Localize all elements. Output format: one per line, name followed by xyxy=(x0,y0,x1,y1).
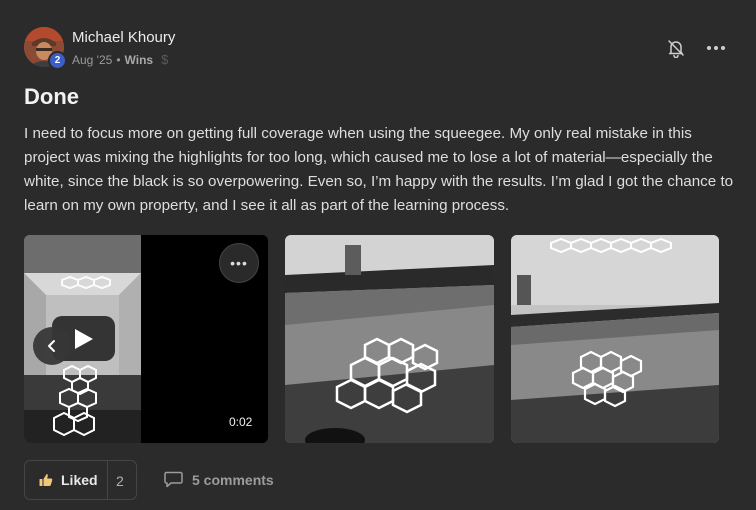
like-button[interactable]: Liked 2 xyxy=(24,460,137,500)
more-icon[interactable] xyxy=(705,38,727,58)
post-date[interactable]: Aug '25 xyxy=(72,53,112,67)
post-title: Done xyxy=(24,84,79,109)
post-category[interactable]: Wins xyxy=(125,53,154,67)
post-card: 2 Michael Khoury Aug '25 • Wins $ Done I… xyxy=(0,0,756,510)
post-body: I need to focus more on getting full cov… xyxy=(24,125,734,214)
garage-floor-photo-1[interactable] xyxy=(285,235,494,443)
video-duration: 0:02 xyxy=(224,413,258,431)
chevron-left-icon xyxy=(48,340,55,352)
meta-separator: • xyxy=(116,52,121,67)
garage-floor-photo-2[interactable] xyxy=(511,235,719,443)
avatar[interactable]: 2 xyxy=(24,27,67,70)
level-badge: 2 xyxy=(48,51,67,70)
like-divider xyxy=(107,461,108,499)
comment-icon xyxy=(164,471,183,488)
previous-button[interactable] xyxy=(33,327,71,365)
post-meta: Aug '25 • Wins $ xyxy=(72,52,168,67)
play-icon xyxy=(75,329,93,349)
thumbs-up-icon xyxy=(39,474,53,486)
video-more-button[interactable]: ••• xyxy=(219,243,259,283)
like-label: Liked xyxy=(61,472,98,488)
comments-link[interactable]: 5 comments xyxy=(164,471,274,488)
like-count[interactable]: 2 xyxy=(116,473,124,489)
bell-off-icon[interactable] xyxy=(666,38,686,59)
author-name[interactable]: Michael Khoury xyxy=(72,29,175,46)
comments-label: 5 comments xyxy=(192,471,274,488)
dollar-icon: $ xyxy=(161,52,169,67)
